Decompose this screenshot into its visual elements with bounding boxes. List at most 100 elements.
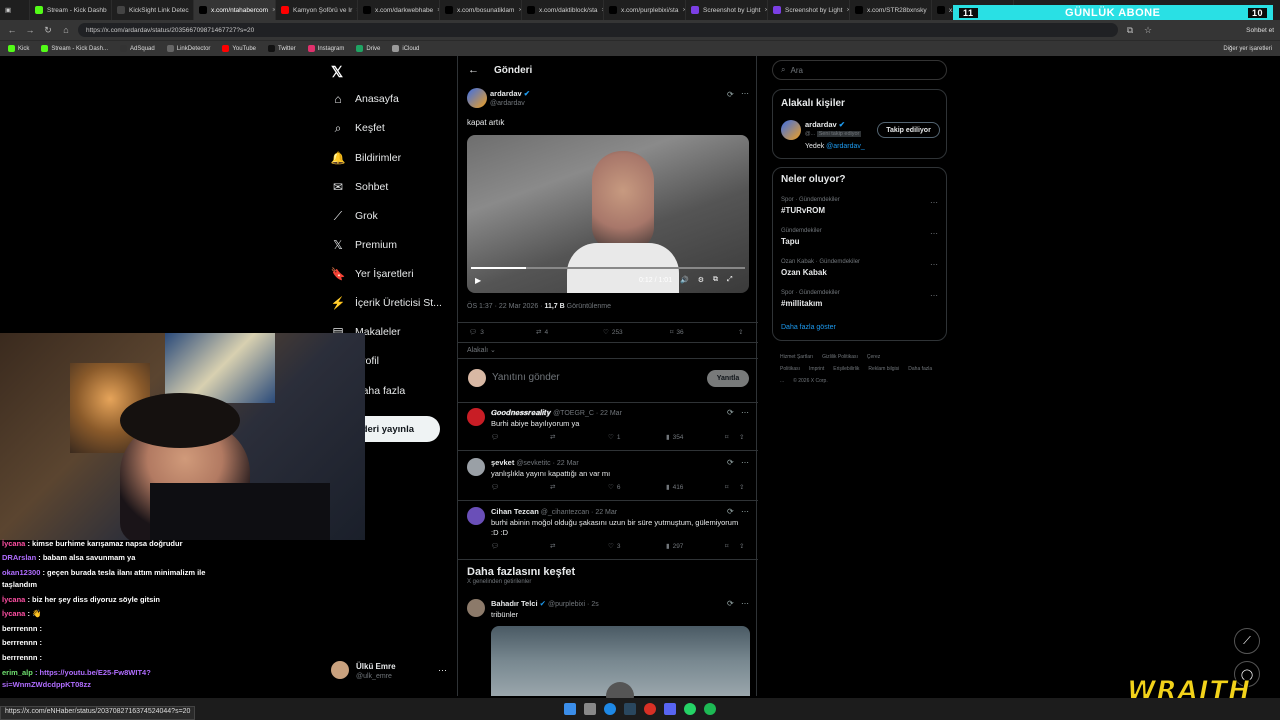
author-name[interactable]: ardardav ✔ xyxy=(490,89,530,98)
like-action[interactable]: ♡ 6 xyxy=(608,483,620,492)
share-icon[interactable]: ⇪ xyxy=(738,328,743,336)
nav-item-6[interactable]: 🔖 Yer İşaretleri xyxy=(331,267,414,281)
play-icon[interactable]: ▶ xyxy=(475,276,481,285)
bookmark-item[interactable]: Instagram xyxy=(307,45,344,52)
footer-link[interactable]: Imprint xyxy=(809,366,824,372)
account-more-icon[interactable]: ⋯ xyxy=(438,665,447,676)
discover-media[interactable] xyxy=(491,626,750,710)
browser-tab[interactable]: x.com/STR28bxnsky× xyxy=(850,0,932,20)
search-input[interactable]: ⌕ Ara xyxy=(772,60,947,80)
grok-icon[interactable]: ⟳ xyxy=(727,90,734,99)
bookmark-item[interactable]: Drive xyxy=(356,45,380,52)
browser-tab[interactable]: Screenshot by Light× xyxy=(686,0,768,20)
footer-link[interactable]: Hizmet Şartları xyxy=(780,354,813,360)
nav-item-2[interactable]: 🔔 Bildirimler xyxy=(331,151,402,165)
windows-start-icon[interactable] xyxy=(564,703,576,715)
reply-avatar[interactable] xyxy=(467,507,485,525)
back-arrow-icon[interactable]: ← xyxy=(468,64,479,76)
trend-more-icon[interactable]: ⋯ xyxy=(930,291,938,300)
reply-action[interactable]: 💬︎ 3 xyxy=(469,328,484,337)
relevant-avatar[interactable] xyxy=(781,120,801,140)
chrome-icon[interactable] xyxy=(644,703,656,715)
volume-icon[interactable]: 🔊 xyxy=(680,276,689,284)
more-icon[interactable]: ⋯ xyxy=(741,458,749,467)
bookmark-icon[interactable]: ⌑ xyxy=(725,483,728,491)
trend-more-icon[interactable]: ⋯ xyxy=(930,229,938,238)
trend-more-icon[interactable]: ⋯ xyxy=(930,198,938,207)
views-action[interactable]: ▮ 416 xyxy=(666,483,683,492)
grok-icon[interactable]: ⟳ xyxy=(727,408,734,417)
bookmark-item[interactable]: iCloud xyxy=(392,45,419,52)
refresh-icon[interactable]: ↻ xyxy=(42,25,54,36)
extensions-icon[interactable]: ⧉ xyxy=(1124,25,1136,36)
bookmark-item[interactable]: LinkDetector xyxy=(166,45,210,52)
bookmark-item[interactable]: Stream - Kick Dash... xyxy=(41,45,108,52)
video-progress[interactable] xyxy=(471,267,745,269)
repost-action[interactable]: ⇄ 4 xyxy=(536,328,548,337)
browser-tab[interactable]: x.com/purplebixi/sta× xyxy=(604,0,686,20)
bookmark-item[interactable]: Twitter xyxy=(268,45,296,52)
fullscreen-icon[interactable]: ⤢ xyxy=(727,276,733,284)
views-action[interactable]: ▮ 297 xyxy=(666,542,683,551)
nav-item-0[interactable]: ⌂ Anasayfa xyxy=(331,92,398,106)
spotify-icon[interactable] xyxy=(704,703,716,715)
author-avatar[interactable] xyxy=(467,88,487,108)
bookmark-icon[interactable]: ⌑ xyxy=(725,433,728,441)
reply-action[interactable]: 💬︎ xyxy=(491,483,499,491)
nav-item-3[interactable]: ✉ Sohbet xyxy=(331,180,388,194)
browser-tab[interactable]: x.com/ntahabercom × xyxy=(194,0,276,20)
browser-tab[interactable]: x.com/darkwebhabe× xyxy=(358,0,440,20)
settings-icon[interactable]: ⚙ xyxy=(698,276,704,284)
reply-avatar[interactable] xyxy=(467,408,485,426)
browser-tab[interactable]: Screenshot by Light× xyxy=(768,0,850,20)
nav-item-1[interactable]: ⌕ Keşfet xyxy=(331,121,385,135)
reply-action[interactable]: 💬︎ xyxy=(491,433,499,441)
whatsapp-icon[interactable] xyxy=(684,703,696,715)
more-icon[interactable]: ⋯ xyxy=(741,599,749,608)
views-action[interactable]: ▮ 354 xyxy=(666,433,683,442)
share-icon[interactable]: ⇪ xyxy=(739,483,744,491)
browser-tab[interactable]: KickSight Link Detec× xyxy=(112,0,194,20)
repost-action[interactable]: ⇄ xyxy=(550,433,555,441)
browser-tab[interactable]: x.com/bosunatiklam× xyxy=(440,0,522,20)
file-explorer-icon[interactable] xyxy=(584,703,596,715)
bookmark-item[interactable]: Kick xyxy=(8,45,29,52)
grok-icon[interactable]: ⟳ xyxy=(727,507,734,516)
bookmark-action[interactable]: ⌑ 36 xyxy=(670,328,684,337)
more-icon[interactable]: ⋯ xyxy=(741,89,749,98)
sort-dropdown[interactable]: Alakalı ⌄ xyxy=(467,346,496,354)
bookmark-item[interactable]: AdSquad xyxy=(120,45,155,52)
repost-action[interactable]: ⇄ xyxy=(550,542,555,550)
account-avatar[interactable] xyxy=(331,661,349,679)
x-logo-icon[interactable]: 𝕏 xyxy=(331,63,343,81)
discover-avatar[interactable] xyxy=(467,599,485,617)
more-icon[interactable]: ⋯ xyxy=(741,507,749,516)
footer-link[interactable]: © 2026 X Corp. xyxy=(793,378,828,384)
grok-float-icon[interactable]: ⟋ xyxy=(1234,628,1260,654)
browser-tab[interactable]: Kamyon Şoförü ve Ir× xyxy=(276,0,358,20)
other-bookmarks[interactable]: Diğer yer işaretleri xyxy=(1223,46,1272,52)
nav-item-7[interactable]: ⚡ İçerik Üreticisi St... xyxy=(331,296,442,310)
repost-action[interactable]: ⇄ xyxy=(550,483,555,491)
forward-icon[interactable]: → xyxy=(24,25,36,35)
share-icon[interactable]: ⇪ xyxy=(739,542,744,550)
star-icon[interactable]: ☆ xyxy=(1142,25,1154,36)
browser-tab[interactable]: x.com/daktiblock/sta× xyxy=(522,0,604,20)
like-action[interactable]: ♡ 253 xyxy=(603,328,623,337)
reply-action[interactable]: 💬︎ xyxy=(491,542,499,550)
relevant-name[interactable]: ardardav ✔ xyxy=(805,120,845,129)
bio-link[interactable]: @ardardav_ xyxy=(826,143,865,150)
reply-button[interactable]: Yanıtla xyxy=(707,370,749,387)
footer-link[interactable]: Erişilebilirlik xyxy=(833,366,859,372)
trend-more-icon[interactable]: ⋯ xyxy=(930,260,938,269)
nav-item-4[interactable]: ⟋ Grok xyxy=(331,209,378,223)
reply-avatar[interactable] xyxy=(467,458,485,476)
bookmark-item[interactable]: YouTube xyxy=(222,45,256,52)
more-icon[interactable]: ⋯ xyxy=(741,408,749,417)
video-player[interactable]: ▶ 0:12 / 1:01 🔊 ⚙ ⧉ ⤢ xyxy=(467,135,749,293)
reply-input[interactable]: Yanıtını gönder xyxy=(492,372,560,383)
browser-menu-icon[interactable]: ▣ xyxy=(0,0,30,20)
footer-link[interactable]: Gizlilik Politikası xyxy=(822,354,858,360)
like-action[interactable]: ♡ 1 xyxy=(608,433,620,442)
nav-item-5[interactable]: 𝕏 Premium xyxy=(331,238,397,252)
